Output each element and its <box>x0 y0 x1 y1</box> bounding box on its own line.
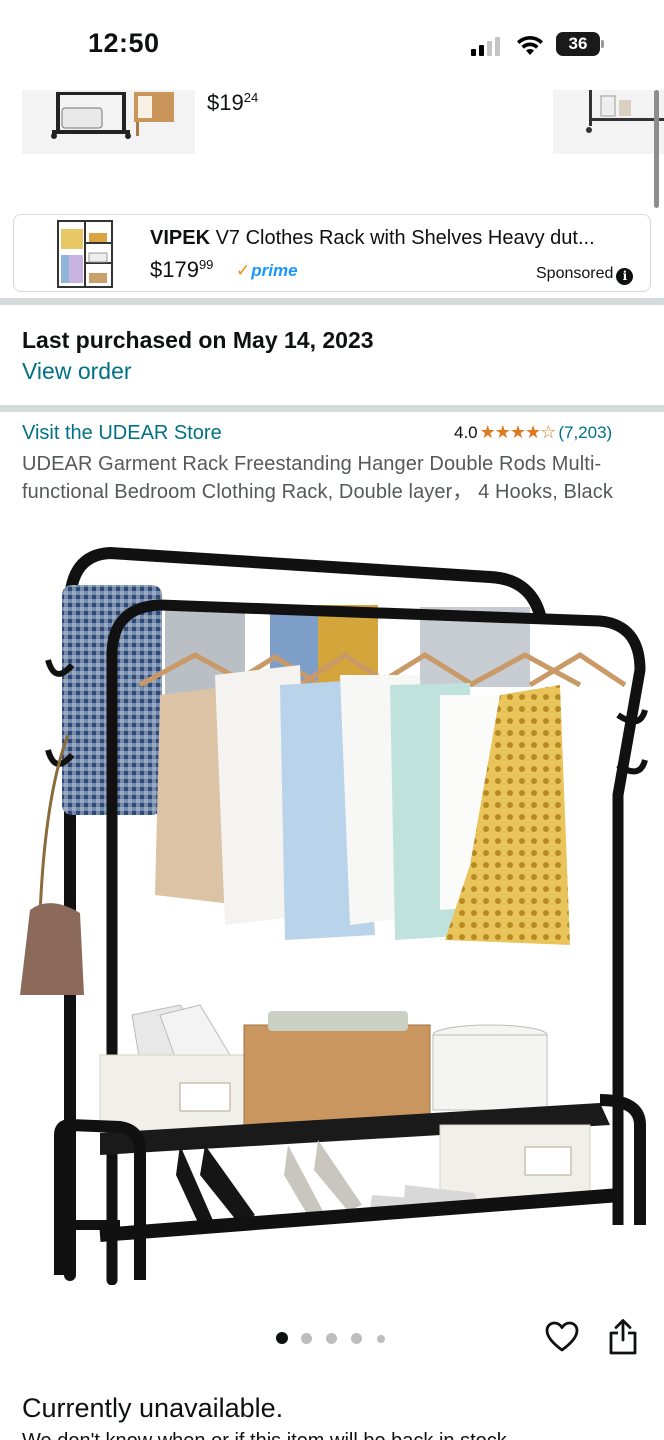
clothes-rack-thumbnail <box>22 90 195 154</box>
shelf-rack-thumbnail <box>553 90 664 154</box>
battery-level: 36 <box>556 32 600 56</box>
product-image[interactable] <box>0 535 664 1285</box>
scrollbar[interactable] <box>654 90 659 208</box>
section-divider <box>0 405 664 412</box>
pager-dot[interactable] <box>377 1335 385 1343</box>
pager-dot[interactable] <box>301 1333 312 1344</box>
carousel-item-shelf-rack[interactable] <box>553 90 664 154</box>
sponsored-product-price: $17999 <box>150 257 214 282</box>
rating-count-link[interactable]: (7,203) <box>558 423 612 442</box>
cellular-signal-icon <box>471 37 500 56</box>
product-title: UDEAR Garment Rack Freestanding Hanger D… <box>22 453 613 503</box>
carousel-item-clothes-rack[interactable] <box>22 90 195 154</box>
prime-check-icon: ✓ <box>236 261 251 280</box>
battery-tip <box>601 40 604 48</box>
rating-value: 4.0 <box>454 423 478 442</box>
info-icon[interactable]: i <box>616 268 634 285</box>
view-order-link[interactable]: View order <box>22 358 132 385</box>
availability-status: Currently unavailable. <box>22 1393 284 1423</box>
availability-detail: We don't know when or if this item will … <box>22 1430 512 1440</box>
prime-badge: ✓prime <box>236 261 298 280</box>
visit-store-link[interactable]: Visit the UDEAR Store <box>22 422 222 445</box>
pager-dot[interactable] <box>326 1333 337 1344</box>
sponsored-label[interactable]: Sponsored i <box>536 265 634 285</box>
pager-dot[interactable] <box>351 1333 362 1344</box>
rating-stars-icon: ★★★★☆ <box>479 422 557 442</box>
carousel-price: $1924 <box>207 90 259 115</box>
share-icon[interactable] <box>608 1318 638 1356</box>
status-time: 12:50 <box>88 28 160 58</box>
battery-icon: 36 <box>556 32 604 56</box>
status-bar: 12:50 36 <box>0 0 664 90</box>
sponsored-ad-banner[interactable]: VIPEK V7 Clothes Rack with Shelves Heavy… <box>13 214 651 292</box>
sponsored-product-title[interactable]: VIPEK V7 Clothes Rack with Shelves Heavy… <box>150 227 640 250</box>
pager-dot-active[interactable] <box>276 1332 288 1344</box>
heart-icon[interactable] <box>545 1320 579 1354</box>
section-divider <box>0 298 664 305</box>
product-rating[interactable]: 4.0 ★★★★☆ (7,203) <box>454 422 612 443</box>
wifi-icon <box>517 35 543 55</box>
last-purchased-text: Last purchased on May 14, 2023 <box>22 327 374 353</box>
vipek-rack-thumbnail <box>57 220 113 288</box>
